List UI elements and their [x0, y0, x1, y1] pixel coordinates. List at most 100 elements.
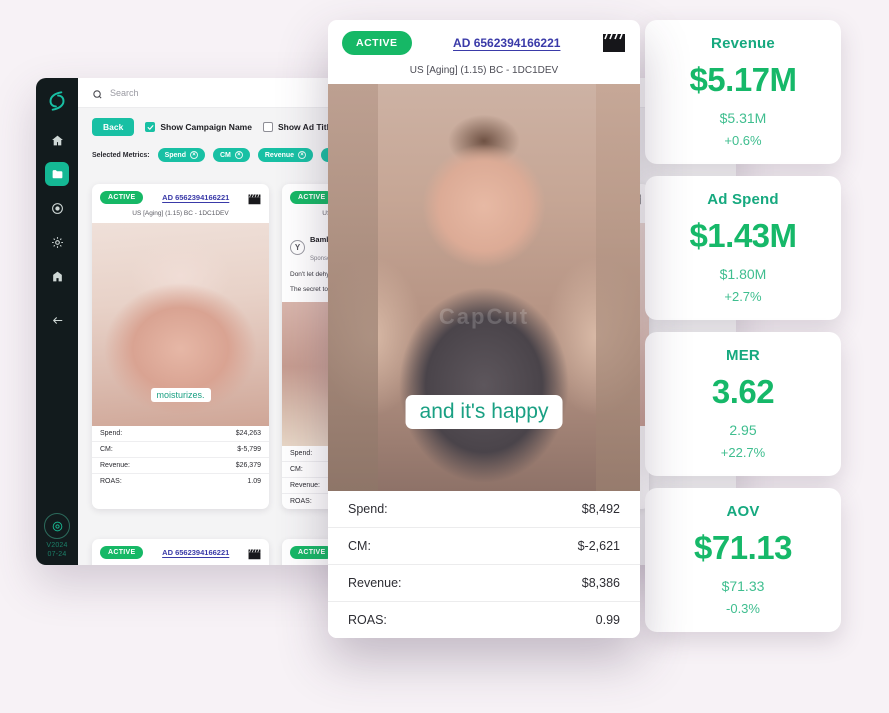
kpi-card-aov[interactable]: AOV $71.13 $71.33 -0.3%: [645, 488, 841, 632]
ad-id-link[interactable]: AD 6562394166221: [162, 193, 229, 202]
search-input[interactable]: Search: [110, 88, 139, 98]
ad-subtitle: US [Aging] (1.15) BC - 1DC1DEV: [132, 210, 229, 217]
clapperboard-icon[interactable]: [248, 192, 261, 205]
sidebar-item-dashboard[interactable]: [45, 162, 69, 186]
metric-chip-revenue[interactable]: Revenue ×: [257, 148, 314, 162]
metric-label: Spend:: [348, 502, 388, 516]
remove-chip-icon[interactable]: ×: [189, 151, 198, 159]
preview-ad-id-link[interactable]: AD 6562394166221: [453, 36, 560, 50]
metric-value: $-5,799: [237, 446, 261, 453]
kpi-delta: +22.7%: [720, 445, 766, 460]
kpi-delta: -0.3%: [726, 601, 760, 616]
kpi-value: $71.13: [694, 529, 792, 566]
video-right-wall: [596, 84, 640, 491]
kpi-value: 3.62: [711, 373, 775, 410]
preview-video-caption: and it's happy: [405, 395, 563, 429]
metric-label: Revenue:: [290, 481, 320, 489]
sidebar: V2024 07-24: [36, 78, 78, 565]
metric-value: 0.99: [595, 613, 620, 627]
ad-thumbnail[interactable]: moisturizes.: [92, 223, 269, 426]
table-row: ROAS: 1.09: [92, 474, 269, 489]
table-row: CM: $-2,621: [328, 528, 640, 565]
preview-metrics-table: Spend: $8,492 CM: $-2,621 Revenue: $8,38…: [328, 491, 640, 638]
sidebar-item-target[interactable]: [45, 196, 69, 220]
user-avatar[interactable]: [44, 513, 70, 539]
metric-chip-label: CM: [219, 151, 231, 159]
ad-id-link[interactable]: AD 6562394166221: [162, 548, 229, 557]
metric-chip-spend[interactable]: Spend ×: [157, 148, 205, 162]
metric-value: $24,263: [235, 430, 261, 437]
search-icon: [92, 87, 103, 99]
show-campaign-name-checkbox[interactable]: Show Campaign Name: [145, 122, 252, 132]
table-row: Spend: $24,263: [92, 426, 269, 442]
ad-preview-modal: ACTIVE AD 6562394166221 US [Aging] (1.15…: [328, 20, 640, 638]
video-watermark: CapCut: [438, 303, 530, 329]
table-row: ROAS: 0.99: [328, 602, 640, 638]
metric-chip-label: Revenue: [264, 151, 295, 159]
app-logo-icon: [44, 88, 70, 114]
metric-label: ROAS:: [100, 478, 122, 485]
sidebar-item-home[interactable]: [45, 128, 69, 152]
clapperboard-icon[interactable]: [602, 33, 626, 53]
metric-label: CM:: [348, 539, 371, 553]
remove-chip-icon[interactable]: ×: [298, 151, 307, 159]
kpi-delta: +0.6%: [724, 133, 762, 148]
kpi-delta: +2.7%: [724, 289, 762, 304]
sidebar-collapse-button[interactable]: [45, 308, 69, 332]
table-row: Revenue: $8,386: [328, 565, 640, 602]
metric-label: Spend:: [290, 449, 313, 457]
ad-card[interactable]: ACTIVE AD 6562394166221 US [Aging] (1.15…: [92, 539, 269, 565]
selected-metrics-label: Selected Metrics:: [92, 151, 150, 159]
status-badge: ACTIVE: [100, 191, 144, 204]
table-row: CM: $-5,799: [92, 442, 269, 458]
kpi-previous-value: 2.95: [729, 422, 757, 438]
screenshot-root: V2024 07-24 Search Back Show Campaign Na…: [0, 0, 889, 713]
sidebar-item-settings[interactable]: [45, 230, 69, 254]
ad-card[interactable]: ACTIVE AD 6562394166221 US [Aging] (1.15…: [92, 184, 269, 509]
metric-label: ROAS:: [348, 613, 387, 627]
metric-label: CM:: [290, 465, 303, 473]
metric-label: CM:: [100, 446, 113, 453]
kpi-previous-value: $71.33: [721, 578, 765, 594]
kpi-previous-value: $1.80M: [719, 266, 767, 282]
status-badge: ACTIVE: [290, 191, 334, 204]
clapperboard-icon[interactable]: [248, 547, 261, 560]
table-row: Spend: $8,492: [328, 491, 640, 528]
preview-video-player[interactable]: CapCut and it's happy: [328, 84, 640, 491]
metric-label: Revenue:: [348, 576, 402, 590]
app-version-line1: V2024: [46, 542, 68, 549]
metric-chip-cm[interactable]: CM ×: [212, 148, 250, 162]
ad-metrics-table: Spend: $24,263 CM: $-5,799 Revenue: $26,…: [92, 426, 269, 489]
metric-value: 1.09: [247, 478, 261, 485]
checkbox-checked-icon: [145, 122, 156, 132]
metric-label: ROAS:: [290, 497, 312, 505]
kpi-title: Ad Spend: [707, 191, 779, 208]
back-button[interactable]: Back: [92, 118, 135, 136]
status-badge: ACTIVE: [100, 546, 144, 559]
metric-value: $8,386: [581, 576, 620, 590]
metric-value: $8,492: [581, 502, 620, 516]
app-version-line2: 07-24: [47, 550, 67, 558]
show-ad-title-label: Show Ad Title: [277, 122, 334, 132]
kpi-title: AOV: [726, 503, 760, 520]
table-row: Revenue: $26,379: [92, 458, 269, 474]
preview-status-badge: ACTIVE: [342, 31, 412, 55]
kpi-card-revenue[interactable]: Revenue $5.17M $5.31M +0.6%: [645, 20, 841, 164]
show-ad-title-checkbox[interactable]: Show Ad Title: [262, 122, 334, 132]
sidebar-item-reports[interactable]: [45, 264, 69, 288]
show-campaign-name-label: Show Campaign Name: [160, 122, 252, 132]
metric-label: Revenue:: [100, 462, 130, 469]
metric-chip-label: Spend: [164, 151, 186, 159]
checkbox-unchecked-icon: [262, 122, 273, 132]
kpi-value: $5.17M: [689, 61, 797, 98]
kpi-value: $1.43M: [689, 217, 797, 254]
app-version: V2024 07-24: [46, 542, 67, 559]
kpi-card-ad-spend[interactable]: Ad Spend $1.43M $1.80M +2.7%: [645, 176, 841, 320]
kpi-title: MER: [726, 347, 760, 364]
brand-avatar-icon: Y: [290, 239, 305, 255]
preview-header: ACTIVE AD 6562394166221 US [Aging] (1.15…: [328, 20, 640, 84]
status-badge: ACTIVE: [290, 546, 334, 559]
kpi-card-mer[interactable]: MER 3.62 2.95 +22.7%: [645, 332, 841, 476]
metric-value: $-2,621: [577, 539, 620, 553]
remove-chip-icon[interactable]: ×: [234, 151, 243, 159]
